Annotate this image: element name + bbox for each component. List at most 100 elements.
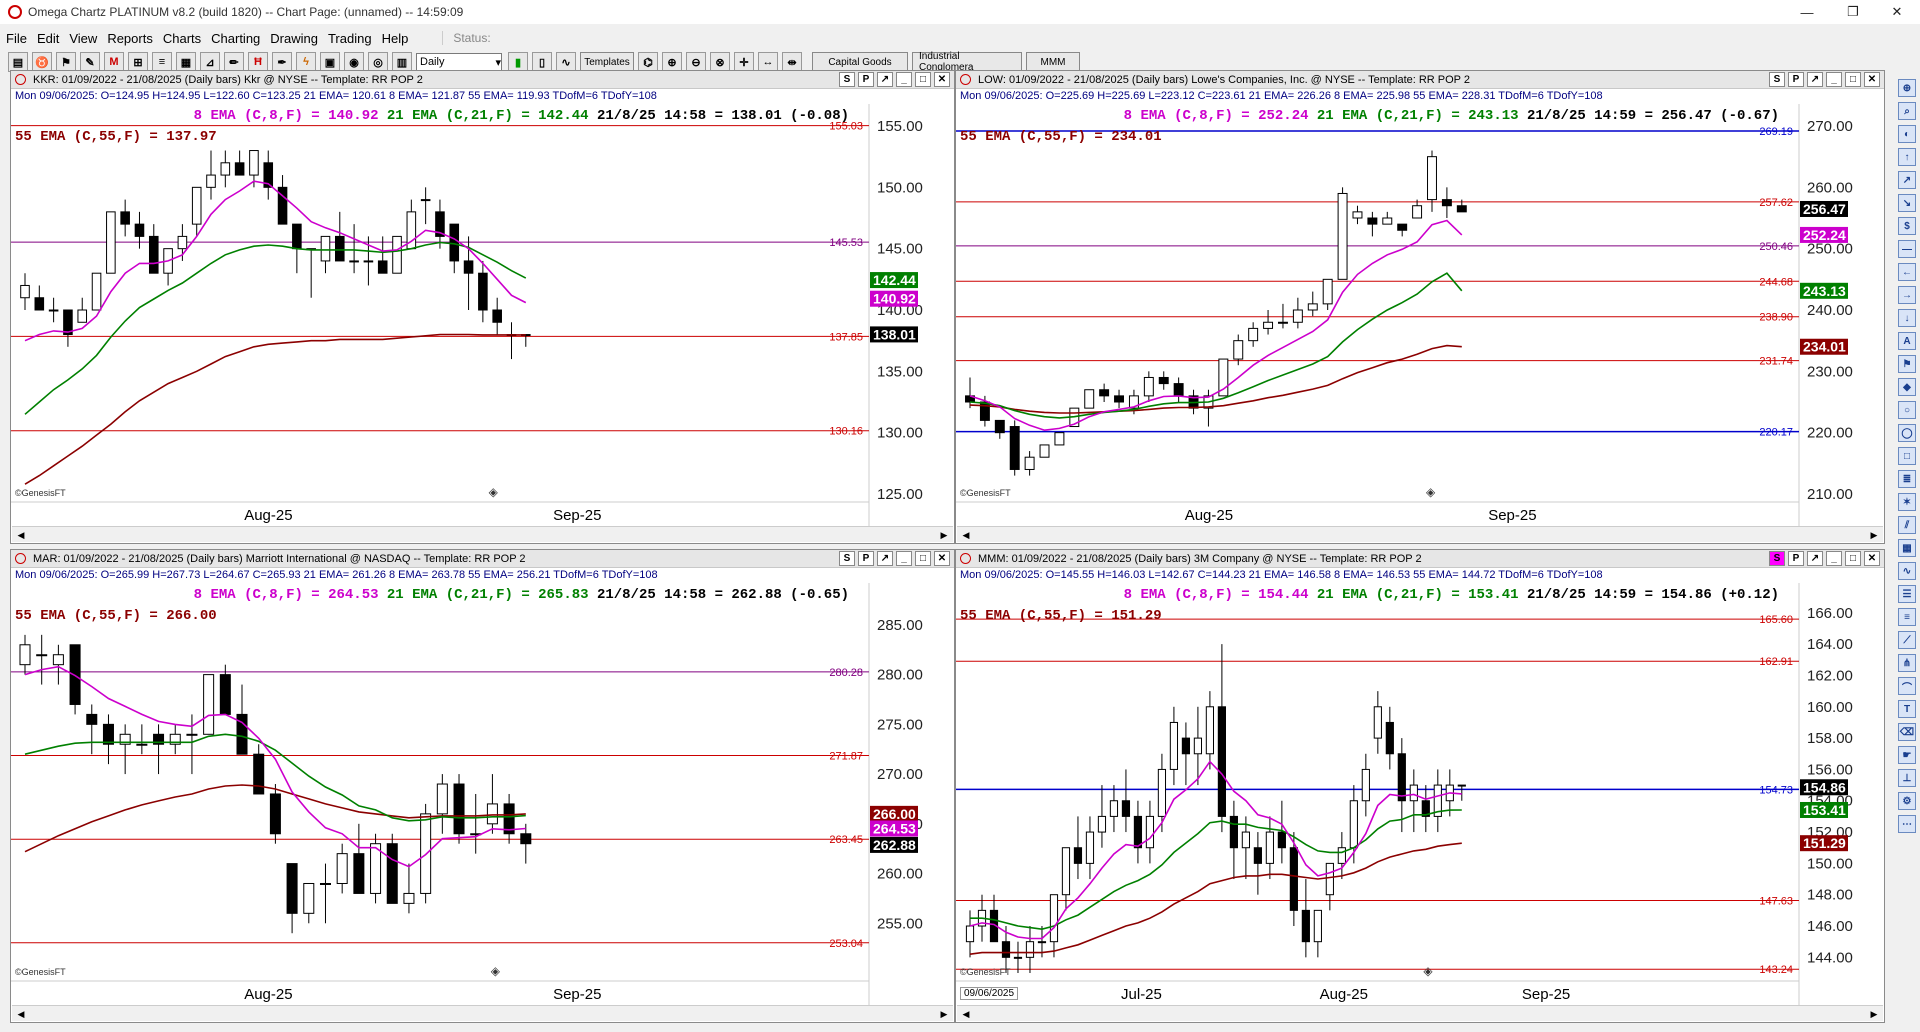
fib-icon[interactable]: ≣ bbox=[1898, 470, 1916, 488]
link-button[interactable]: ↗ bbox=[1807, 72, 1823, 87]
magnify-icon[interactable]: ◐ bbox=[1898, 125, 1916, 143]
scroll-left-icon[interactable]: ◀ bbox=[14, 528, 28, 542]
panel-minimize-button[interactable]: _ bbox=[1826, 551, 1842, 566]
panel-minimize-button[interactable]: _ bbox=[896, 551, 912, 566]
s-button[interactable]: S bbox=[1769, 551, 1785, 566]
price-chart[interactable]: 155.00150.00145.00140.00135.00130.00125.… bbox=[11, 104, 954, 528]
scroll-left-icon[interactable]: ◀ bbox=[959, 1007, 973, 1021]
link-icon[interactable]: ⊗ bbox=[710, 52, 730, 72]
p-button[interactable]: P bbox=[858, 551, 874, 566]
link-button[interactable]: ↗ bbox=[877, 551, 893, 566]
panel-header[interactable]: MAR: 01/09/2022 - 21/08/2025 (Daily bars… bbox=[11, 550, 954, 568]
panel-maximize-button[interactable]: □ bbox=[915, 72, 931, 87]
link-button[interactable]: ↗ bbox=[1807, 551, 1823, 566]
crosshair-icon[interactable]: ✛ bbox=[734, 52, 754, 72]
expand-icon[interactable]: ↔ bbox=[758, 52, 778, 72]
text-icon[interactable]: T bbox=[1898, 700, 1916, 718]
link-button[interactable]: ↗ bbox=[877, 72, 893, 87]
channel-icon[interactable]: ⫽ bbox=[1898, 516, 1916, 534]
price-chart[interactable]: 285.00280.00275.00270.00265.00260.00255.… bbox=[11, 583, 954, 1007]
scan-icon[interactable]: ⊞ bbox=[128, 52, 148, 72]
ruler-icon[interactable]: ⊿ bbox=[200, 52, 220, 72]
lightning-icon[interactable]: ϟ bbox=[296, 52, 316, 72]
menu-file[interactable]: File bbox=[6, 31, 27, 46]
group-capital-goods[interactable]: Capital Goods bbox=[812, 52, 908, 72]
panel-close-button[interactable]: ✕ bbox=[934, 551, 950, 566]
dash-icon[interactable]: — bbox=[1898, 240, 1916, 258]
chart-icon[interactable]: ▥ bbox=[392, 52, 412, 72]
eraser-icon[interactable]: ⌫ bbox=[1898, 723, 1916, 741]
group-mmm[interactable]: MMM bbox=[1026, 52, 1080, 72]
cam-icon[interactable]: ◎ bbox=[368, 52, 388, 72]
open-icon[interactable]: ▤ bbox=[8, 52, 28, 72]
zoom-in-icon[interactable]: ⊕ bbox=[662, 52, 682, 72]
flag-icon[interactable]: ⚑ bbox=[1898, 355, 1916, 373]
bar-chart-icon[interactable]: ▮ bbox=[508, 52, 528, 72]
p-button[interactable]: P bbox=[1788, 72, 1804, 87]
circle-icon[interactable]: ○ bbox=[1898, 401, 1916, 419]
pitch-icon[interactable]: ⋔ bbox=[1898, 654, 1916, 672]
candle-icon[interactable]: ▯ bbox=[532, 52, 552, 72]
hand-icon[interactable]: ☛ bbox=[1898, 746, 1916, 764]
menu-drawing[interactable]: Drawing bbox=[270, 31, 318, 46]
arrow-up-icon[interactable]: ↑ bbox=[1898, 148, 1916, 166]
down-icon[interactable]: ↓ bbox=[1898, 309, 1916, 327]
m-icon[interactable]: M bbox=[104, 52, 124, 72]
pencil-icon[interactable]: ✏ bbox=[224, 52, 244, 72]
price-chart[interactable]: 166.00164.00162.00160.00158.00156.00154.… bbox=[956, 583, 1884, 1007]
p-button[interactable]: P bbox=[1788, 551, 1804, 566]
ladder-icon[interactable]: Ħ bbox=[248, 52, 268, 72]
panel-close-button[interactable]: ✕ bbox=[934, 72, 950, 87]
panel-close-button[interactable]: ✕ bbox=[1864, 551, 1880, 566]
scroll-right-icon[interactable]: ▶ bbox=[937, 528, 951, 542]
disc-icon[interactable]: ◉ bbox=[344, 52, 364, 72]
ray-icon[interactable]: ⟋ bbox=[1898, 631, 1916, 649]
grid2-icon[interactable]: ▦ bbox=[1898, 539, 1916, 557]
panel-maximize-button[interactable]: □ bbox=[915, 551, 931, 566]
grid-icon[interactable]: ▦ bbox=[176, 52, 196, 72]
price-chart[interactable]: 270.00 260.00 250.00 240.00 230.00 220.00 210.… bbox=[956, 104, 1884, 528]
scroll-right-icon[interactable]: ▶ bbox=[937, 1007, 951, 1021]
minimize-button[interactable]: — bbox=[1784, 0, 1830, 24]
gann-icon[interactable]: ✶ bbox=[1898, 493, 1916, 511]
horizontal-scrollbar[interactable]: ◀ ▶ bbox=[957, 526, 1883, 542]
calc-icon[interactable]: ▣ bbox=[320, 52, 340, 72]
earnings-marker-icon[interactable]: ◈ bbox=[489, 485, 499, 499]
stack-icon[interactable]: ☰ bbox=[1898, 585, 1916, 603]
templates-button[interactable]: Templates bbox=[580, 52, 634, 72]
menu-help[interactable]: Help bbox=[382, 31, 409, 46]
ruler-v-icon[interactable]: ⊥ bbox=[1898, 769, 1916, 787]
lines-icon[interactable]: ≡ bbox=[1898, 608, 1916, 626]
scroll-left-icon[interactable]: ◀ bbox=[14, 1007, 28, 1021]
earnings-marker-icon[interactable]: ◈ bbox=[1423, 964, 1433, 978]
diamond-icon[interactable]: ◆ bbox=[1898, 378, 1916, 396]
trend-down-icon[interactable]: ↘ bbox=[1898, 194, 1916, 212]
line-chart-icon[interactable]: ∿ bbox=[556, 52, 576, 72]
s-button[interactable]: S bbox=[839, 72, 855, 87]
arrow-right-icon[interactable]: → bbox=[1898, 286, 1916, 304]
arc-icon[interactable]: ⌒ bbox=[1898, 677, 1916, 695]
network-icon[interactable]: ⌬ bbox=[638, 52, 658, 72]
pen-icon[interactable]: ✒ bbox=[272, 52, 292, 72]
box-icon[interactable]: □ bbox=[1898, 447, 1916, 465]
shrink-icon[interactable]: ⇹ bbox=[782, 52, 802, 72]
p-button[interactable]: P bbox=[858, 72, 874, 87]
s-button[interactable]: S bbox=[1769, 72, 1785, 87]
arrow-left-icon[interactable]: ← bbox=[1898, 263, 1916, 281]
panel-minimize-button[interactable]: _ bbox=[896, 72, 912, 87]
zoom-out-icon[interactable]: ⊖ bbox=[686, 52, 706, 72]
restore-button[interactable]: ❐ bbox=[1830, 0, 1876, 24]
group-industrial-conglomera[interactable]: Industrial Conglomera bbox=[912, 51, 1022, 73]
scroll-right-icon[interactable]: ▶ bbox=[1867, 528, 1881, 542]
menu-charting[interactable]: Charting bbox=[211, 31, 260, 46]
panel-header[interactable]: MMM: 01/09/2022 - 21/08/2025 (Daily bars… bbox=[956, 550, 1884, 568]
horizontal-scrollbar[interactable]: ◀ ▶ bbox=[957, 1005, 1883, 1021]
menu-edit[interactable]: Edit bbox=[37, 31, 59, 46]
scroll-left-icon[interactable]: ◀ bbox=[959, 528, 973, 542]
horizontal-scrollbar[interactable]: ◀ ▶ bbox=[12, 1005, 953, 1021]
bull-icon[interactable]: ♉ bbox=[32, 52, 52, 72]
earnings-marker-icon[interactable]: ◈ bbox=[1426, 485, 1436, 499]
trend-up-icon[interactable]: ↗ bbox=[1898, 171, 1916, 189]
panel-minimize-button[interactable]: _ bbox=[1826, 72, 1842, 87]
menu-trading[interactable]: Trading bbox=[328, 31, 372, 46]
